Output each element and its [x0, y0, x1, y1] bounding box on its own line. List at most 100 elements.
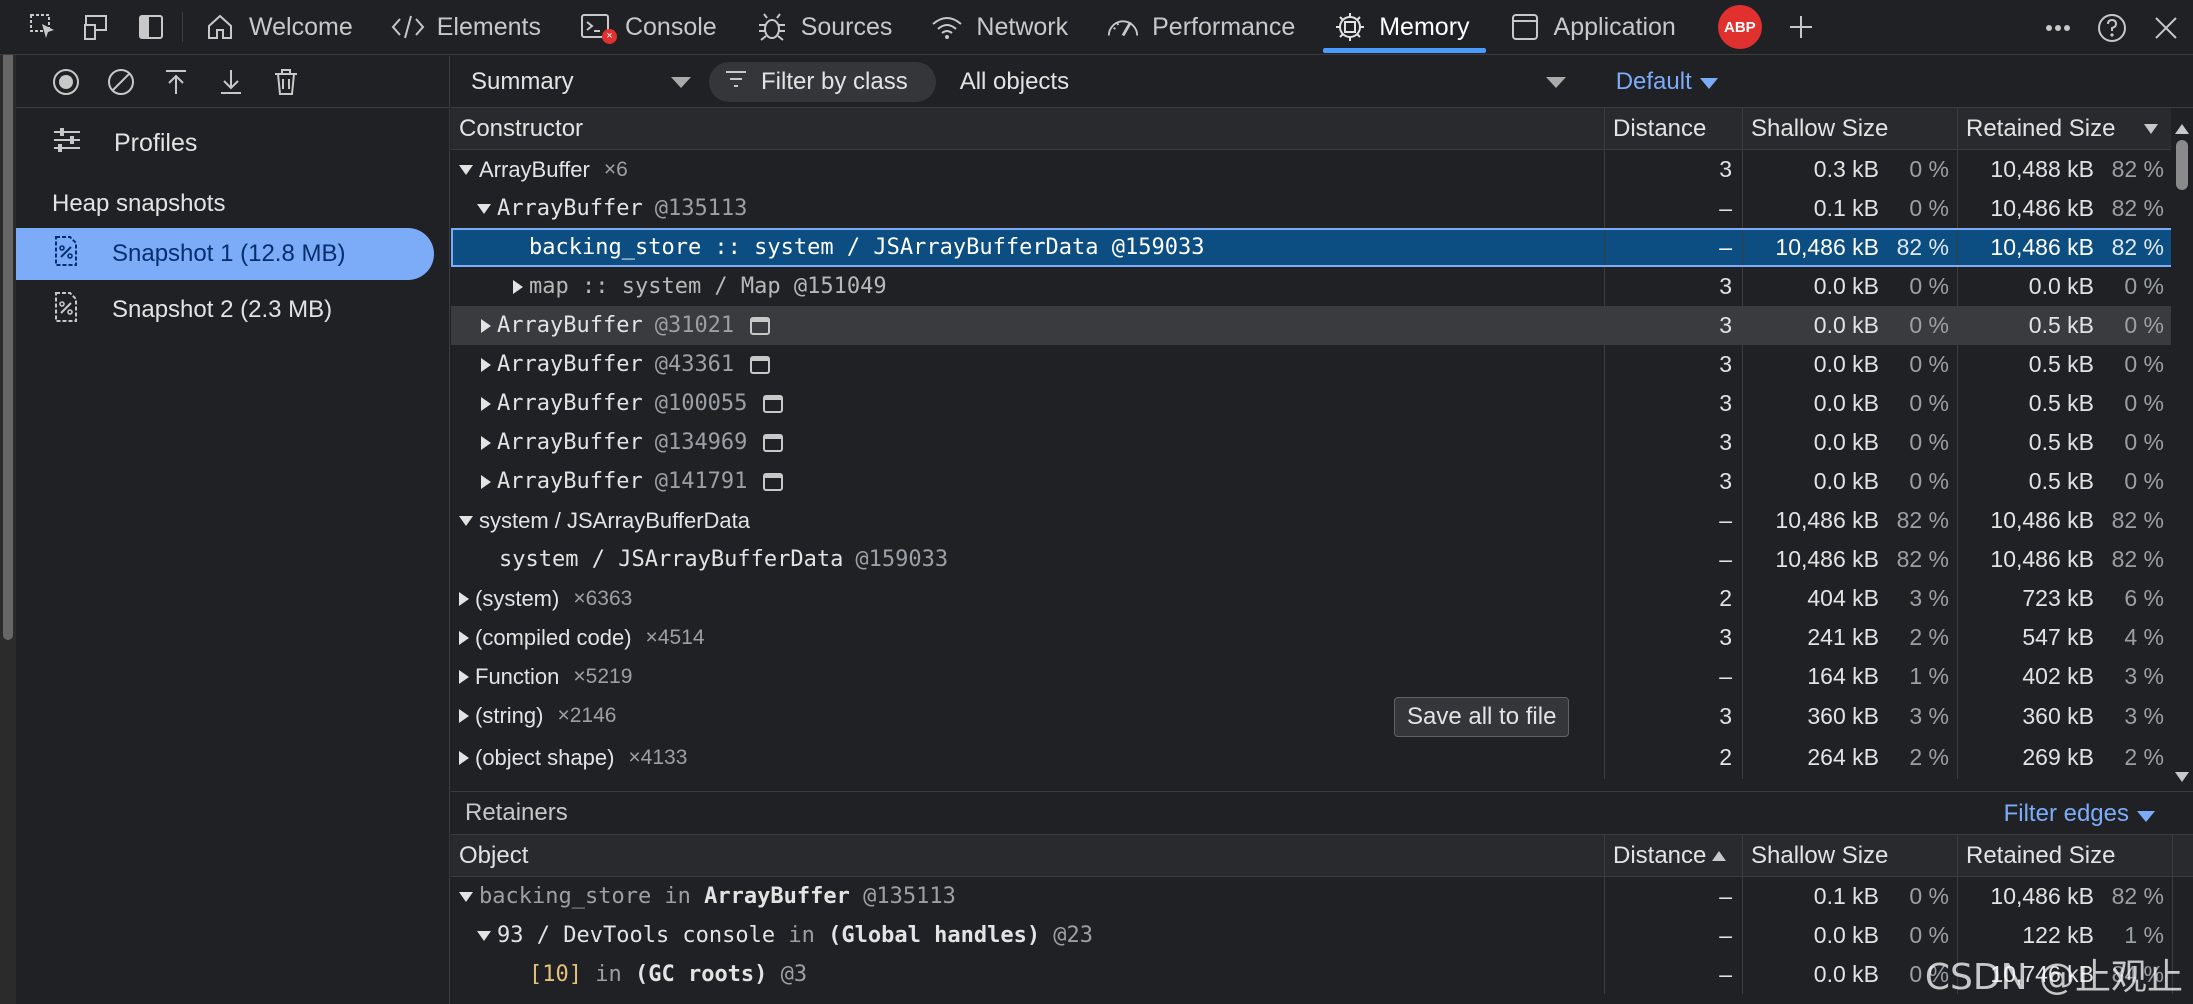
window-scrollbar[interactable]	[0, 0, 16, 1004]
row-retained-pct: 82 %	[2111, 507, 2164, 533]
clear-icon[interactable]	[93, 56, 148, 108]
bug-icon	[755, 10, 789, 44]
class-filter-input[interactable]: Filter by class	[709, 61, 936, 102]
scroll-up-icon[interactable]	[2175, 124, 2189, 134]
scroll-down-icon[interactable]	[2175, 772, 2189, 782]
tab-label: Console	[624, 12, 717, 41]
help-icon[interactable]	[2085, 0, 2139, 55]
row-shallow-pct: 3 %	[1909, 585, 1949, 611]
row-name: (string)	[475, 703, 544, 728]
row-name: ArrayBuffer	[479, 156, 590, 182]
expand-right-icon[interactable]	[481, 318, 491, 333]
table-scrollbar-thumb[interactable]	[2176, 140, 2188, 190]
col-object[interactable]: Object	[451, 835, 1605, 876]
expand-down-icon[interactable]	[477, 930, 491, 941]
row-object-id: @134969	[654, 430, 748, 455]
dock-sidebar-icon[interactable]	[124, 0, 178, 55]
tab-elements[interactable]: Elements	[375, 0, 563, 55]
adblock-plus-icon[interactable]: ABP	[1717, 5, 1762, 49]
col-distance[interactable]: Distance	[1605, 108, 1743, 149]
table-row[interactable]: Function ×5219 – 164 kB 1 % 402 kB 3 %	[451, 657, 2193, 696]
table-row[interactable]: system / JSArrayBufferData – 10,486 kB 82…	[451, 501, 2193, 540]
table-row[interactable]: system / JSArrayBufferData @159033 – 10,4…	[451, 540, 2193, 579]
expand-right-icon[interactable]	[459, 709, 469, 723]
table-row[interactable]: ArrayBuffer @134969 3 0.0 kB 0 % 0.5 kB 0 %	[451, 423, 2193, 462]
download-icon[interactable]	[203, 56, 258, 108]
heap-snapshots-heading: Heap snapshots	[52, 190, 226, 217]
record-icon[interactable]	[38, 56, 93, 108]
col-retained-size[interactable]: Retained Size	[1958, 835, 2173, 876]
expand-right-icon[interactable]	[459, 669, 469, 684]
more-options-icon[interactable]	[2031, 0, 2085, 55]
save-all-to-file-button[interactable]: Save all to file	[1394, 697, 1570, 737]
console-icon: ×	[579, 10, 617, 44]
expand-right-icon[interactable]	[481, 396, 491, 411]
expand-right-icon[interactable]	[459, 591, 469, 606]
objects-select[interactable]: All objects	[936, 56, 1576, 108]
row-shallow: 0.0 kB	[1813, 273, 1879, 299]
profiles-item[interactable]: Profiles	[16, 108, 449, 178]
tab-sources[interactable]: Sources	[739, 0, 915, 55]
window-scrollbar-thumb[interactable]	[3, 10, 13, 640]
view-select[interactable]: Summary	[451, 56, 701, 108]
device-toggle-icon[interactable]	[70, 0, 124, 55]
col-shallow-size[interactable]: Shallow Size	[1743, 835, 1958, 876]
expand-down-icon[interactable]	[477, 203, 491, 214]
expand-down-icon[interactable]	[459, 515, 473, 526]
expand-right-icon[interactable]	[459, 750, 469, 765]
table-row[interactable]: ArrayBuffer @100055 3 0.0 kB 0 % 0.5 kB 0 %	[451, 384, 2193, 423]
tab-application[interactable]: Application	[1492, 0, 1698, 55]
col-distance[interactable]: Distance	[1605, 835, 1743, 876]
row-retained: 10,488 kB	[1990, 156, 2094, 182]
table-row[interactable]: (system) ×6363 2 404 kB 3 % 723 kB 6 %	[451, 579, 2193, 618]
trash-icon[interactable]	[258, 56, 313, 108]
table-row[interactable]: map :: system / Map @151049 3 0.0 kB 0 % …	[451, 267, 2193, 306]
table-row[interactable]: ArrayBuffer @135113 – 0.1 kB 0 % 10,486 kB…	[451, 189, 2193, 228]
row-name: system / JSArrayBufferData	[479, 507, 751, 533]
snapshot-file-icon	[52, 291, 80, 330]
col-constructor[interactable]: Constructor	[451, 108, 1605, 149]
table-row[interactable]: (string) ×2146 3 360 kB 3 % 360 kB 3 %	[451, 696, 2193, 736]
tab-memory[interactable]: Memory	[1317, 0, 1491, 55]
expand-right-icon[interactable]	[481, 357, 491, 372]
expand-right-icon[interactable]	[459, 630, 469, 645]
row-name: ArrayBuffer	[497, 196, 643, 221]
tab-console[interactable]: × Console	[563, 0, 739, 55]
expand-down-icon[interactable]	[459, 164, 473, 175]
row-retained: 723 kB	[2022, 585, 2094, 611]
row-shallow: 0.0 kB	[1813, 390, 1879, 416]
tab-network[interactable]: Network	[914, 0, 1090, 55]
row-retained: 10,486 kB	[1990, 507, 2094, 533]
table-row[interactable]: ArrayBuffer ×6 3 0.3 kB 0 % 10,488 kB 82 %	[451, 150, 2193, 189]
col-retained-size[interactable]: Retained Size	[1958, 108, 2173, 149]
table-row-selected[interactable]: backing_store :: system / JSArrayBufferD…	[451, 228, 2193, 267]
retainer-row[interactable]: backing_store in ArrayBuffer @135113 – 0…	[451, 877, 2193, 916]
table-row[interactable]: (compiled code) ×4514 3 241 kB 2 % 547 kB 4…	[451, 618, 2193, 657]
objects-select-value: All objects	[959, 67, 1070, 95]
expand-right-icon[interactable]	[481, 474, 491, 489]
snapshot-item-1[interactable]: Snapshot 1 (12.8 MB)	[16, 228, 434, 280]
filter-edges-link[interactable]: Filter edges	[2004, 792, 2155, 836]
row-object-id: @141791	[654, 469, 748, 494]
snapshot-item-2[interactable]: Snapshot 2 (2.3 MB)	[16, 284, 449, 336]
upload-icon[interactable]	[148, 56, 203, 108]
expand-down-icon[interactable]	[459, 891, 473, 902]
close-icon[interactable]	[2139, 0, 2193, 55]
tab-performance[interactable]: Performance	[1090, 0, 1317, 55]
table-row[interactable]: ArrayBuffer @31021 3 0.0 kB 0 % 0.5 kB 0 %	[451, 306, 2193, 345]
table-scrollbar[interactable]	[2171, 108, 2193, 790]
add-tab-icon[interactable]	[1776, 0, 1826, 55]
tab-welcome[interactable]: Welcome	[187, 0, 375, 55]
table-row[interactable]: ArrayBuffer @43361 3 0.0 kB 0 % 0.5 kB 0 %	[451, 345, 2193, 384]
col-shallow-size[interactable]: Shallow Size	[1743, 108, 1958, 149]
expand-right-icon[interactable]	[481, 435, 491, 450]
row-count: ×4514	[645, 625, 705, 649]
inspect-element-icon[interactable]	[16, 0, 70, 55]
default-preset-link[interactable]: Default	[1616, 68, 1718, 96]
expand-right-icon[interactable]	[513, 279, 523, 294]
row-retained-pct: 82 %	[2111, 234, 2164, 260]
row-name: (object shape)	[475, 744, 615, 770]
row-retained-pct: 0 %	[2124, 468, 2164, 494]
table-row[interactable]: ArrayBuffer @141791 3 0.0 kB 0 % 0.5 kB 0 %	[451, 462, 2193, 501]
table-row[interactable]: (object shape) ×4133 2 264 kB 2 % 269 kB 2 …	[451, 736, 2193, 779]
